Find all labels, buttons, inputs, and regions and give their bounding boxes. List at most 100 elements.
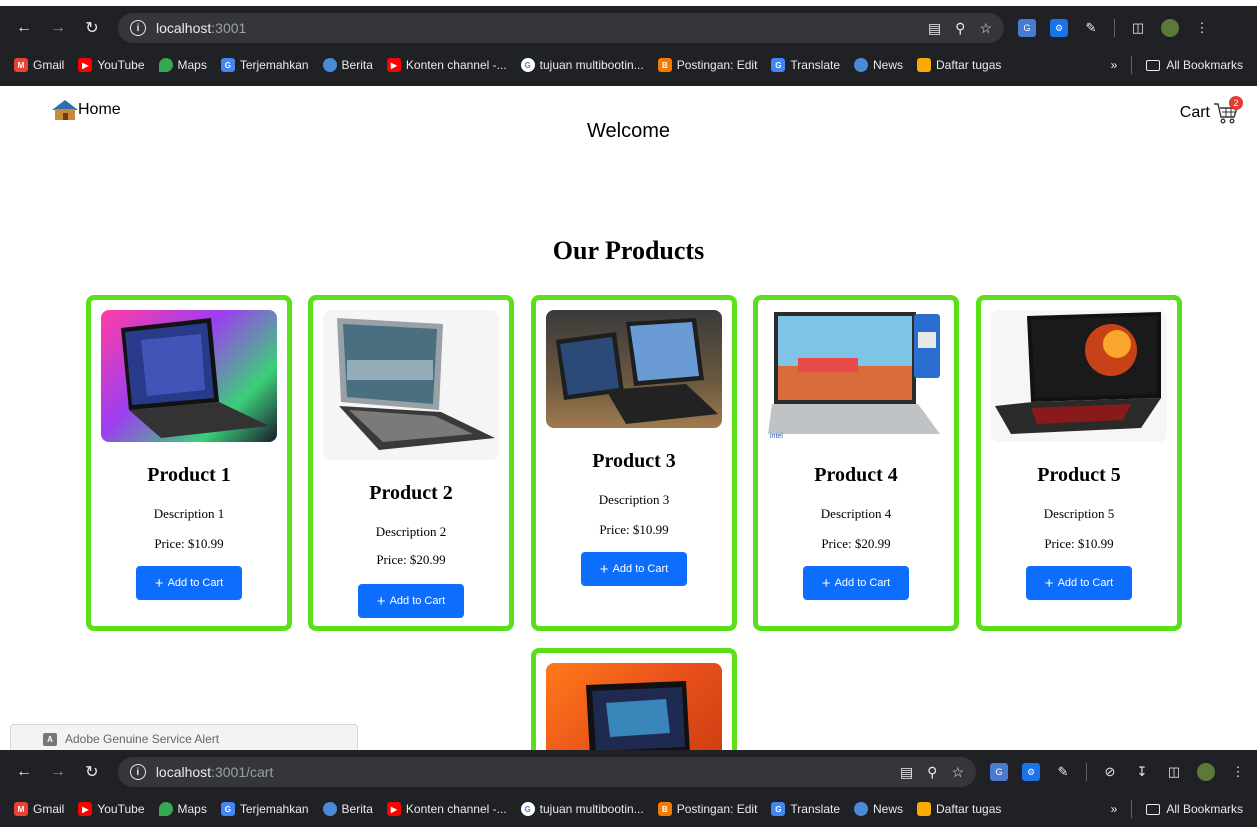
translate-icon: G (771, 802, 786, 816)
install-app-icon[interactable]: ▤ (928, 20, 941, 37)
product-name: Product 3 (592, 450, 676, 472)
bookmark-daftar-tugas[interactable]: Daftar tugas (917, 58, 1001, 72)
product-price: Price: $20.99 (376, 552, 446, 567)
back-arrow-icon[interactable]: ← (10, 758, 38, 786)
bookmark-translate[interactable]: G Translate (771, 58, 840, 72)
bookmark-label: Berita (341, 802, 373, 816)
bookmark-gmail[interactable]: M Gmail (14, 58, 64, 72)
menu-kebab-icon[interactable]: ⋮ (1193, 19, 1211, 37)
product-description: Description 4 (820, 506, 892, 521)
reload-icon[interactable]: ↻ (78, 14, 106, 42)
bookmark-tujuan[interactable]: Gtujuan multibootin... (520, 58, 644, 72)
address-bar[interactable]: i localhost:3001 ▤ ⚲ ☆ (118, 13, 1004, 43)
bookmark-news[interactable]: News (854, 58, 903, 72)
bookmark-label: Translate (790, 58, 840, 72)
profile-avatar-icon[interactable] (1197, 763, 1215, 781)
plus-icon: + (599, 560, 609, 578)
reload-icon[interactable]: ↻ (78, 758, 106, 786)
install-app-icon[interactable]: ▤ (900, 764, 913, 781)
bookmark-news[interactable]: News (854, 802, 903, 816)
youtube-icon: ▶ (78, 58, 93, 72)
bookmark-berita[interactable]: Berita (322, 802, 373, 816)
youtube-icon: ▶ (78, 802, 93, 816)
browser-window-bottom: ← → ↻ i localhost:3001/cart ▤ ⚲ ☆ G ⚙ ✎ … (0, 750, 1257, 827)
menu-kebab-icon[interactable]: ⋮ (1229, 763, 1247, 781)
product-card: Product 3 Description 3 Price: $10.99 + A… (531, 295, 737, 631)
product-name: Product 4 (814, 464, 898, 486)
extension-icon[interactable]: ⚙ (1022, 763, 1040, 781)
button-label: Add to Cart (834, 577, 891, 589)
forward-arrow-icon[interactable]: → (44, 14, 72, 42)
folder-icon (1146, 59, 1161, 71)
bookmark-youtube[interactable]: ▶ YouTube (78, 58, 145, 72)
bookmark-star-icon[interactable]: ☆ (979, 20, 992, 37)
bookmark-maps[interactable]: Maps (158, 802, 207, 816)
button-label: Add to Cart (612, 563, 669, 575)
side-panel-icon[interactable]: ◫ (1129, 19, 1147, 37)
performance-icon[interactable]: ⊘ (1101, 763, 1119, 781)
bookmark-terjemahkan[interactable]: G Terjemahkan (220, 802, 309, 816)
toolbar-separator (1086, 763, 1087, 781)
bookmarks-overflow-button[interactable]: » (1111, 802, 1118, 816)
add-to-cart-button[interactable]: + Add to Cart (136, 566, 242, 600)
google-icon: G (520, 58, 535, 72)
site-info-icon[interactable]: i (129, 764, 146, 780)
product-price: Price: $10.99 (1044, 536, 1114, 551)
bookmark-translate[interactable]: G Translate (771, 802, 840, 816)
svg-text:intel: intel (770, 433, 783, 440)
zoom-icon[interactable]: ⚲ (927, 764, 937, 781)
bookmark-konten-channel[interactable]: ▶ Konten channel -... (386, 58, 507, 72)
bookmark-label: YouTube (97, 802, 145, 816)
puzzle-icon[interactable]: ✎ (1082, 19, 1100, 37)
bookmark-daftar-tugas[interactable]: Daftar tugas (917, 802, 1001, 816)
bookmark-label: Terjemahkan (239, 802, 309, 816)
plus-icon: + (154, 574, 164, 592)
bookmark-label: Berita (341, 58, 373, 72)
bookmark-postingan[interactable]: B Postingan: Edit (657, 58, 757, 72)
plus-icon: + (376, 592, 386, 610)
back-arrow-icon[interactable]: ← (10, 14, 38, 42)
bookmarks-overflow-button[interactable]: » (1111, 58, 1118, 72)
extension-icon[interactable]: ⚙ (1050, 19, 1068, 37)
forward-arrow-icon[interactable]: → (44, 758, 72, 786)
product-price: Price: $10.99 (154, 536, 224, 551)
bookmark-tujuan[interactable]: Gtujuan multibootin... (520, 802, 644, 816)
classroom-icon (917, 802, 932, 816)
cart-link[interactable]: Cart 2 (1180, 96, 1243, 126)
download-icon[interactable]: ↧ (1133, 763, 1151, 781)
address-bar[interactable]: i localhost:3001/cart ▤ ⚲ ☆ (117, 757, 976, 787)
bookmark-postingan[interactable]: B Postingan: Edit (657, 802, 758, 816)
bookmark-maps[interactable]: Maps (158, 58, 207, 72)
product-image (323, 310, 499, 460)
youtube-icon: ▶ (386, 58, 401, 72)
add-to-cart-button[interactable]: + Add to Cart (803, 566, 909, 600)
zoom-icon[interactable]: ⚲ (955, 20, 965, 37)
bookmark-youtube[interactable]: ▶ YouTube (78, 802, 145, 816)
translate-extension-icon[interactable]: G (1018, 19, 1036, 37)
bookmark-terjemahkan[interactable]: G Terjemahkan (220, 58, 309, 72)
puzzle-icon[interactable]: ✎ (1054, 763, 1072, 781)
product-price: Price: $10.99 (599, 522, 669, 537)
home-link[interactable]: Home (52, 100, 121, 120)
add-to-cart-button[interactable]: + Add to Cart (581, 552, 687, 586)
bookmark-berita[interactable]: Berita (322, 58, 373, 72)
folder-icon (1146, 803, 1161, 815)
adobe-alert-notification[interactable]: A Adobe Genuine Service Alert (10, 724, 358, 750)
bookmark-konten-channel[interactable]: ▶ Konten channel -... (386, 802, 507, 816)
add-to-cart-button[interactable]: + Add to Cart (358, 584, 464, 618)
add-to-cart-button[interactable]: + Add to Cart (1026, 566, 1132, 600)
profile-avatar-icon[interactable] (1161, 19, 1179, 37)
all-bookmarks-button[interactable]: All Bookmarks (1146, 802, 1243, 816)
bookmark-label: Konten channel -... (405, 802, 507, 816)
bookmark-label: Postingan: Edit (676, 802, 758, 816)
site-info-icon[interactable]: i (130, 20, 146, 36)
translate-extension-icon[interactable]: G (990, 763, 1008, 781)
url-host: localhost (156, 20, 212, 36)
side-panel-icon[interactable]: ◫ (1165, 763, 1183, 781)
bookmark-star-icon[interactable]: ☆ (951, 764, 964, 781)
gmail-icon: M (14, 802, 28, 816)
all-bookmarks-button[interactable]: All Bookmarks (1146, 58, 1243, 72)
translate-icon: G (220, 58, 235, 72)
bookmark-gmail[interactable]: M Gmail (14, 802, 64, 816)
welcome-heading: Welcome (587, 120, 670, 142)
